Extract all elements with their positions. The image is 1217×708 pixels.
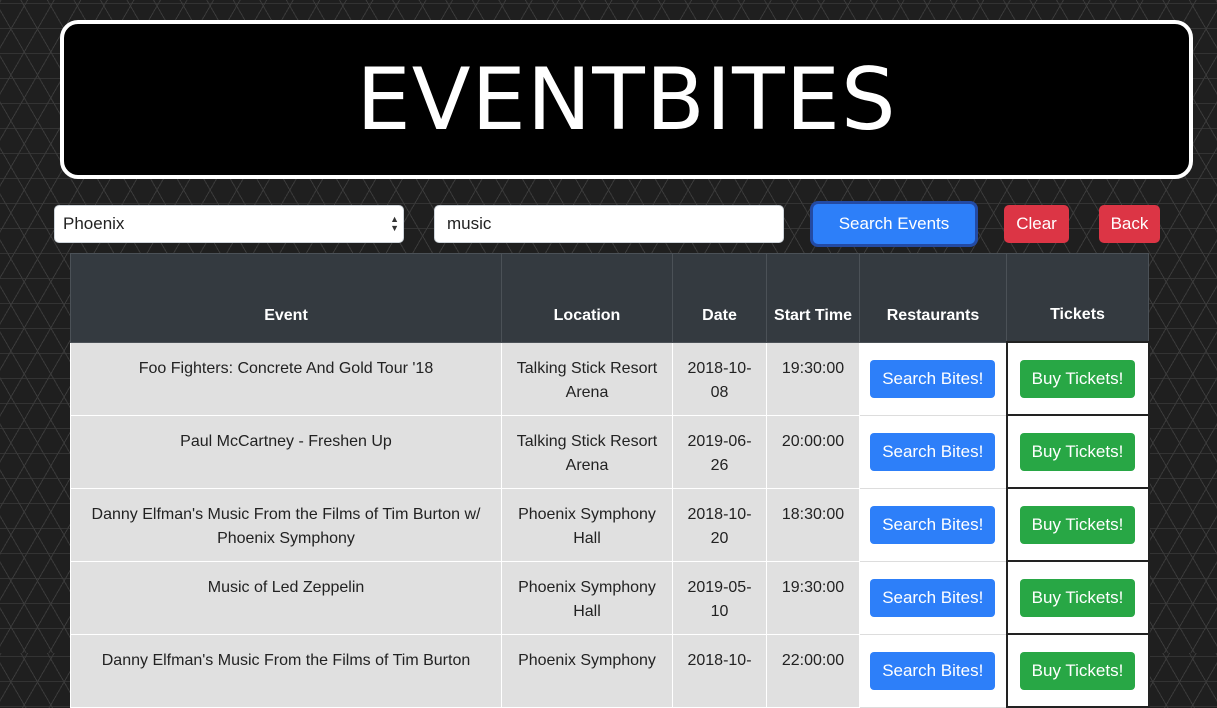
table-header-row: Event Location Date Start Time Restauran… (70, 253, 1149, 343)
event-location: Phoenix Symphony Hall (501, 487, 673, 562)
buy-tickets-button[interactable]: Buy Tickets! (1019, 651, 1136, 690)
column-header-location: Location (501, 253, 673, 343)
event-start-time: 19:30:00 (766, 560, 860, 635)
table-row: Danny Elfman's Music From the Films of T… (70, 633, 1150, 708)
restaurants-cell: Search Bites! (859, 633, 1007, 708)
event-name: Danny Elfman's Music From the Films of T… (70, 633, 502, 708)
city-select[interactable]: Phoenix ▲ ▼ (54, 205, 404, 243)
restaurants-cell: Search Bites! (859, 560, 1007, 635)
event-location: Phoenix Symphony (501, 633, 673, 708)
column-header-restaurants: Restaurants (859, 253, 1007, 343)
table-row: Paul McCartney - Freshen Up Talking Stic… (70, 414, 1150, 489)
event-date: 2019-05-10 (672, 560, 767, 635)
event-name: Danny Elfman's Music From the Films of T… (70, 487, 502, 562)
event-start-time: 19:30:00 (766, 341, 860, 416)
event-date: 2018-10-08 (672, 341, 767, 416)
search-bites-button[interactable]: Search Bites! (870, 505, 996, 544)
buy-tickets-button[interactable]: Buy Tickets! (1019, 432, 1136, 471)
search-events-button[interactable]: Search Events (813, 204, 975, 244)
buy-tickets-button[interactable]: Buy Tickets! (1019, 505, 1136, 544)
search-bites-button[interactable]: Search Bites! (870, 359, 996, 398)
event-start-time: 22:00:00 (766, 633, 860, 708)
search-bites-button[interactable]: Search Bites! (870, 651, 996, 690)
buy-tickets-button[interactable]: Buy Tickets! (1019, 578, 1136, 617)
column-header-start-time: Start Time (766, 253, 860, 343)
event-start-time: 20:00:00 (766, 414, 860, 489)
event-start-time: 18:30:00 (766, 487, 860, 562)
column-header-date: Date (672, 253, 767, 343)
tickets-cell: Buy Tickets! (1005, 341, 1150, 416)
restaurants-cell: Search Bites! (859, 414, 1007, 489)
events-table: Event Location Date Start Time Restauran… (70, 253, 1150, 708)
app-title: EVENTBITES (356, 49, 897, 150)
tickets-cell: Buy Tickets! (1005, 487, 1150, 562)
back-button[interactable]: Back (1099, 205, 1160, 243)
table-row: Danny Elfman's Music From the Films of T… (70, 487, 1150, 562)
column-header-event: Event (70, 253, 502, 343)
select-arrows-icon: ▲ ▼ (390, 214, 399, 233)
event-date: 2018-10-20 (672, 487, 767, 562)
events-table-container: Event Location Date Start Time Restauran… (70, 253, 1150, 708)
event-date: 2018-10- (672, 633, 767, 708)
restaurants-cell: Search Bites! (859, 487, 1007, 562)
search-bites-button[interactable]: Search Bites! (870, 432, 996, 471)
event-name: Foo Fighters: Concrete And Gold Tour '18 (70, 341, 502, 416)
keyword-input[interactable] (434, 205, 784, 243)
event-date: 2019-06-26 (672, 414, 767, 489)
event-name: Music of Led Zeppelin (70, 560, 502, 635)
app-header: EVENTBITES (60, 20, 1193, 179)
city-select-value: Phoenix (63, 214, 125, 233)
clear-button[interactable]: Clear (1004, 205, 1069, 243)
table-row: Foo Fighters: Concrete And Gold Tour '18… (70, 341, 1150, 416)
tickets-cell: Buy Tickets! (1005, 414, 1150, 489)
search-bites-button[interactable]: Search Bites! (870, 578, 996, 617)
event-location: Talking Stick Resort Arena (501, 341, 673, 416)
restaurants-cell: Search Bites! (859, 341, 1007, 416)
event-location: Talking Stick Resort Arena (501, 414, 673, 489)
event-location: Phoenix Symphony Hall (501, 560, 673, 635)
tickets-cell: Buy Tickets! (1005, 560, 1150, 635)
column-header-tickets: Tickets (1006, 253, 1149, 343)
event-name: Paul McCartney - Freshen Up (70, 414, 502, 489)
table-row: Music of Led Zeppelin Phoenix Symphony H… (70, 560, 1150, 635)
tickets-cell: Buy Tickets! (1005, 633, 1150, 708)
buy-tickets-button[interactable]: Buy Tickets! (1019, 359, 1136, 398)
